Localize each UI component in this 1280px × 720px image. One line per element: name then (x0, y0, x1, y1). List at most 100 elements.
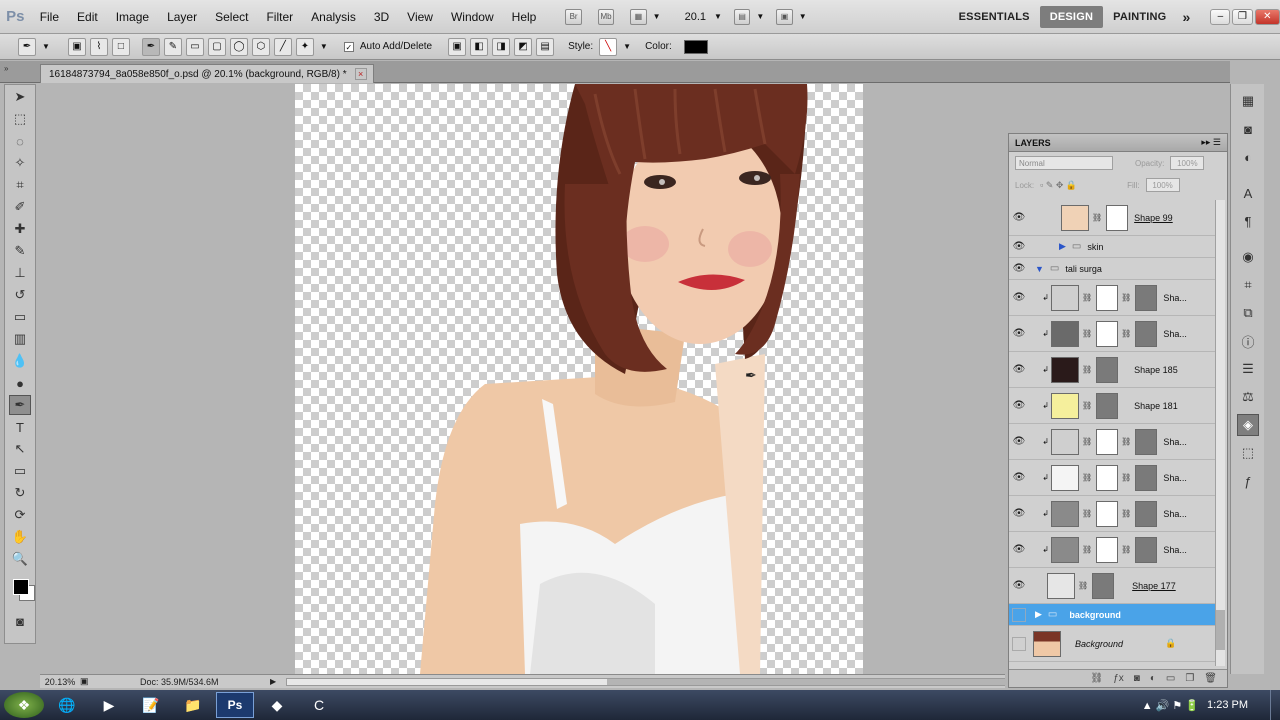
visibility-eye-icon[interactable]: 👁 (1009, 472, 1029, 483)
info-icon[interactable]: ⓘ (1237, 330, 1259, 352)
visibility-toggle[interactable] (1012, 607, 1026, 622)
fill-pixels-icon[interactable]: □ (111, 37, 130, 56)
workspace-painting[interactable]: PAINTING (1103, 11, 1176, 23)
menu-edit[interactable]: Edit (68, 10, 107, 24)
document-tab[interactable]: 16184873794_8a058e850f_o.psd @ 20.1% (ba… (40, 64, 374, 83)
layer-group-tali-surga[interactable]: 👁 ▼ ▭ tali surga (1009, 258, 1215, 280)
layers-panel-icon[interactable]: ◈ (1237, 414, 1259, 436)
panel-menu-icon[interactable]: ▸▸ ☰ (1201, 137, 1221, 148)
hand-tool-icon[interactable]: ✋ (9, 527, 31, 547)
clone-stamp-tool-icon[interactable]: ⊥ (9, 263, 31, 283)
horizontal-scrollbar[interactable] (286, 677, 1008, 686)
color-swatch[interactable] (683, 39, 708, 54)
close-icon[interactable]: ✕ (1254, 8, 1280, 25)
visibility-eye-icon[interactable]: 👁 (1009, 508, 1029, 519)
style-none-icon[interactable]: ╲ (599, 37, 618, 56)
document-canvas[interactable]: ✒ (295, 84, 863, 674)
menu-3d[interactable]: 3D (365, 10, 398, 24)
layer-shape-181[interactable]: 👁 ↲ ⛓ Shape 181 (1009, 388, 1215, 424)
visibility-eye-icon[interactable]: 👁 (1009, 263, 1029, 274)
path-subtract-icon[interactable]: ◧ (470, 37, 489, 56)
path-add-icon[interactable]: ▣ (448, 37, 467, 56)
paragraph-icon[interactable]: ¶ (1237, 210, 1259, 232)
workspace-essentials[interactable]: ESSENTIALS (949, 11, 1040, 23)
healing-brush-tool-icon[interactable]: ✚ (9, 219, 31, 239)
bridge-button[interactable]: Br (565, 8, 582, 25)
menu-select[interactable]: Select (206, 10, 257, 24)
new-group-icon[interactable]: ▭ (1166, 673, 1175, 684)
lock-icons[interactable]: ▫ ✎ ✥ 🔒 (1040, 180, 1077, 191)
channels-icon[interactable]: ☰ (1237, 358, 1259, 380)
3d-orbit-tool-icon[interactable]: ⟳ (9, 505, 31, 525)
pen-icon[interactable]: ✒ (141, 37, 160, 56)
history-brush-tool-icon[interactable]: ↺ (9, 285, 31, 305)
navigator-icon[interactable]: ▦ (1237, 90, 1259, 112)
line-icon[interactable]: ╱ (273, 37, 292, 56)
fill-input[interactable]: 100% (1145, 178, 1180, 192)
color-swatches[interactable] (9, 573, 35, 607)
layers-tab[interactable]: LAYERS (1015, 138, 1051, 148)
opacity-input[interactable]: 100% (1170, 156, 1205, 170)
adjustment-layer-icon[interactable]: ◐ (1150, 673, 1156, 684)
layer-shape-185[interactable]: 👁 ↲ ⛓ Shape 185 (1009, 352, 1215, 388)
layer-shape[interactable]: 👁 ↲ ⛓ ⛓ Sha... (1009, 280, 1215, 316)
menu-filter[interactable]: Filter (257, 10, 302, 24)
group-expand-icon[interactable]: ▶ (1059, 241, 1066, 252)
show-desktop-button[interactable] (1270, 690, 1280, 720)
delete-layer-icon[interactable]: 🗑 (1204, 673, 1217, 684)
freeform-pen-icon[interactable]: ✎ (163, 37, 182, 56)
scrollbar-thumb[interactable] (1216, 610, 1225, 650)
link-layers-icon[interactable]: ⛓ (1091, 673, 1104, 684)
preset-dropdown-icon[interactable]: ▼ (42, 42, 50, 51)
add-mask-icon[interactable]: ◙ (1134, 673, 1140, 684)
pen-tool-preset-icon[interactable]: ✒ (18, 37, 36, 56)
scrollbar-thumb[interactable] (607, 678, 1008, 685)
quick-selection-tool-icon[interactable]: ✧ (9, 153, 31, 173)
layer-group-background[interactable]: ▶ ▭ background (1009, 604, 1215, 626)
arrange-documents-icon[interactable]: ▤ (733, 8, 751, 25)
path-combine-icon[interactable]: ▤ (536, 37, 555, 56)
ellipse-icon[interactable]: ◯ (229, 37, 248, 56)
media-player-icon[interactable]: ▶ (90, 692, 128, 718)
status-zoom[interactable]: 20.13% (40, 677, 80, 687)
layer-group-skin[interactable]: 👁 ▶ ▭ skin (1009, 236, 1215, 258)
document-close-icon[interactable]: × (354, 68, 367, 80)
layers-scrollbar[interactable] (1215, 200, 1225, 666)
quick-mask-icon[interactable]: ◙ (9, 611, 31, 631)
layer-shape[interactable]: 👁 ↲ ⛓ ⛓ Sha... (1009, 460, 1215, 496)
dodge-tool-icon[interactable]: ● (9, 373, 31, 393)
view-extras-icon[interactable]: ▦ (630, 8, 647, 25)
layer-shape-99[interactable]: 👁 ⛓ Shape 99 (1009, 200, 1215, 236)
3d-rotate-tool-icon[interactable]: ↻ (9, 483, 31, 503)
zoom-dropdown-icon[interactable]: ▼ (714, 12, 722, 21)
lasso-tool-icon[interactable]: ◌ (9, 131, 31, 151)
visibility-eye-icon[interactable]: 👁 (1009, 328, 1029, 339)
rectangle-tool-icon[interactable]: ▭ (9, 461, 31, 481)
ie-icon[interactable]: 🌐 (48, 692, 86, 718)
screen-mode-icon[interactable]: ▣ (776, 8, 793, 25)
clock[interactable]: 1:23 PM (1207, 699, 1248, 711)
layer-shape[interactable]: 👁 ↲ ⛓ ⛓ Sha... (1009, 424, 1215, 460)
polygon-icon[interactable]: ⬡ (251, 37, 270, 56)
clone-source-icon[interactable]: ⧉ (1237, 302, 1259, 324)
marquee-tool-icon[interactable]: ⬚ (9, 109, 31, 129)
workspace-design[interactable]: DESIGN (1039, 5, 1104, 28)
menu-view[interactable]: View (398, 10, 442, 24)
layer-shape[interactable]: 👁 ↲ ⛓ ⛓ Sha... (1009, 316, 1215, 352)
path-exclude-icon[interactable]: ◩ (514, 37, 533, 56)
styles-icon[interactable]: ⬚ (1237, 442, 1259, 464)
eyedropper-tool-icon[interactable]: ✐ (9, 197, 31, 217)
path-intersect-icon[interactable]: ◨ (492, 37, 511, 56)
chevron-down-icon[interactable]: ▼ (653, 12, 661, 21)
screen-mode-dropdown-icon[interactable]: ▼ (799, 12, 807, 21)
visibility-eye-icon[interactable]: 👁 (1009, 364, 1029, 375)
paths-panel-icon[interactable]: ⚖ (1237, 386, 1259, 408)
menu-help[interactable]: Help (503, 10, 546, 24)
fx-icon[interactable]: ƒ (1237, 470, 1259, 492)
camtasia-taskbar-icon[interactable]: C (300, 692, 338, 718)
visibility-eye-icon[interactable]: 👁 (1009, 544, 1029, 555)
path-selection-tool-icon[interactable]: ↖ (9, 439, 31, 459)
status-menu-icon[interactable]: ▶ (270, 677, 276, 686)
menu-image[interactable]: Image (107, 10, 158, 24)
blend-mode-select[interactable]: Normal (1015, 156, 1113, 170)
